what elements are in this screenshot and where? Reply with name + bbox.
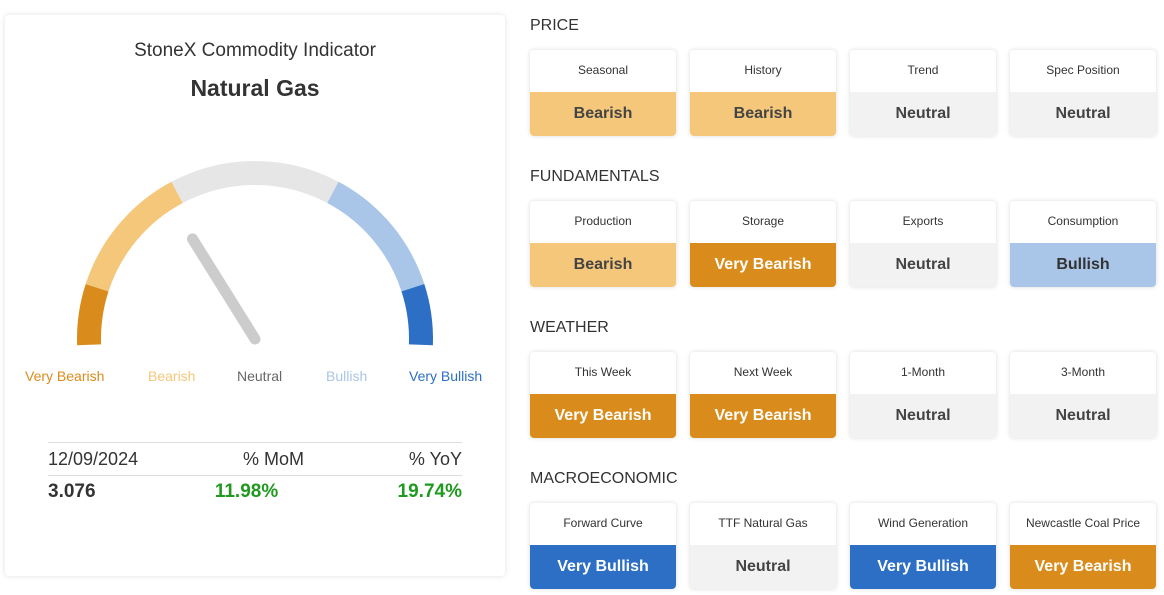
tile-spec-position: Spec Position Neutral — [1010, 50, 1156, 136]
scale-label-bearish: Bearish — [148, 368, 196, 384]
tile-label: Spec Position — [1046, 63, 1120, 78]
tile-label: History — [744, 63, 782, 78]
tile-forward-curve: Forward Curve Very Bullish — [530, 503, 676, 589]
tile-value: Neutral — [850, 394, 996, 438]
tile-label: Wind Generation — [877, 516, 969, 531]
gauge-band-bullish — [327, 181, 425, 292]
tile-label: Storage — [741, 214, 785, 229]
tile-label: Trend — [907, 63, 939, 78]
tile-label: Newcastle Coal Price — [1025, 516, 1141, 531]
indicator-title: StoneX Commodity Indicator — [134, 40, 376, 61]
gauge-needle — [187, 233, 261, 345]
tile-label: Seasonal — [577, 63, 629, 78]
tile-label: 1-Month — [900, 365, 946, 380]
tile-value: Very Bullish — [850, 545, 996, 589]
gauge-band-bearish — [85, 181, 183, 292]
tile-label: 3-Month — [1060, 365, 1106, 380]
tile-value: Very Bearish — [1010, 545, 1156, 589]
stats-mom-label: % MoM — [243, 448, 305, 469]
tile-value: Neutral — [1010, 394, 1156, 438]
scale-label-very-bullish: Very Bullish — [409, 368, 483, 384]
tile-value: Neutral — [690, 545, 836, 589]
tile-value: Very Bullish — [530, 545, 676, 589]
stats-yoy-value: 19.74% — [397, 481, 462, 502]
tile-value: Very Bearish — [690, 394, 836, 438]
tile-value: Very Bearish — [530, 394, 676, 438]
section-title-weather: WEATHER — [530, 319, 609, 336]
tile-label: Next Week — [733, 365, 793, 380]
stats-table: 12/09/2024 % MoM % YoY 3.076 11.98% 19.7… — [48, 442, 462, 508]
tile-trend: Trend Neutral — [850, 50, 996, 136]
tile-history: History Bearish — [690, 50, 836, 136]
tile-value: Neutral — [850, 243, 996, 287]
scale-label-bullish: Bullish — [326, 368, 368, 384]
tile-value: Neutral — [850, 92, 996, 136]
tile-storage: Storage Very Bearish — [690, 201, 836, 287]
tile-label: Production — [574, 214, 632, 229]
tile-production: Production Bearish — [530, 201, 676, 287]
section-title-price: PRICE — [530, 17, 579, 34]
tile-value: Neutral — [1010, 92, 1156, 136]
scale-label-very-bearish: Very Bearish — [25, 368, 105, 384]
scale-label-neutral: Neutral — [237, 368, 283, 384]
tile-label: Exports — [902, 214, 944, 229]
tile-ttf-natural-gas: TTF Natural Gas Neutral — [690, 503, 836, 589]
gauge-band-very-bullish — [401, 283, 433, 346]
gauge-band-very-bearish — [77, 283, 109, 346]
tile-value: Very Bearish — [690, 243, 836, 287]
tile-seasonal: Seasonal Bearish — [530, 50, 676, 136]
tile-value: Bearish — [690, 92, 836, 136]
stats-price: 3.076 — [48, 481, 96, 502]
gauge-band-neutral — [171, 160, 339, 204]
tile-value: Bullish — [1010, 243, 1156, 287]
section-title-fundamentals: FUNDAMENTALS — [530, 168, 660, 185]
tile-label: This Week — [574, 365, 632, 380]
tile-label: Consumption — [1047, 214, 1119, 229]
tile-label: TTF Natural Gas — [718, 516, 808, 531]
stats-yoy-label: % YoY — [408, 448, 462, 469]
tile-1-month: 1-Month Neutral — [850, 352, 996, 438]
tile-value: Bearish — [530, 92, 676, 136]
tile-newcastle-coal-price: Newcastle Coal Price Very Bearish — [1010, 503, 1156, 589]
tile-wind-generation: Wind Generation Very Bullish — [850, 503, 996, 589]
stats-date: 12/09/2024 — [48, 448, 139, 469]
commodity-name: Natural Gas — [190, 75, 320, 101]
section-title-macroeconomic: MACROECONOMIC — [530, 470, 678, 487]
stats-header-row: 12/09/2024 % MoM % YoY — [48, 443, 462, 475]
sentiment-gauge — [77, 160, 433, 346]
tile-next-week: Next Week Very Bearish — [690, 352, 836, 438]
stats-value-row: 3.076 11.98% 19.74% — [48, 476, 462, 508]
indicator-card: StoneX Commodity Indicator Natural Gas V… — [5, 15, 505, 576]
tile-this-week: This Week Very Bearish — [530, 352, 676, 438]
tile-3-month: 3-Month Neutral — [1010, 352, 1156, 438]
stats-mom-value: 11.98% — [214, 481, 279, 502]
tile-exports: Exports Neutral — [850, 201, 996, 287]
tile-value: Bearish — [530, 243, 676, 287]
tile-label: Forward Curve — [563, 516, 643, 531]
tile-consumption: Consumption Bullish — [1010, 201, 1156, 287]
